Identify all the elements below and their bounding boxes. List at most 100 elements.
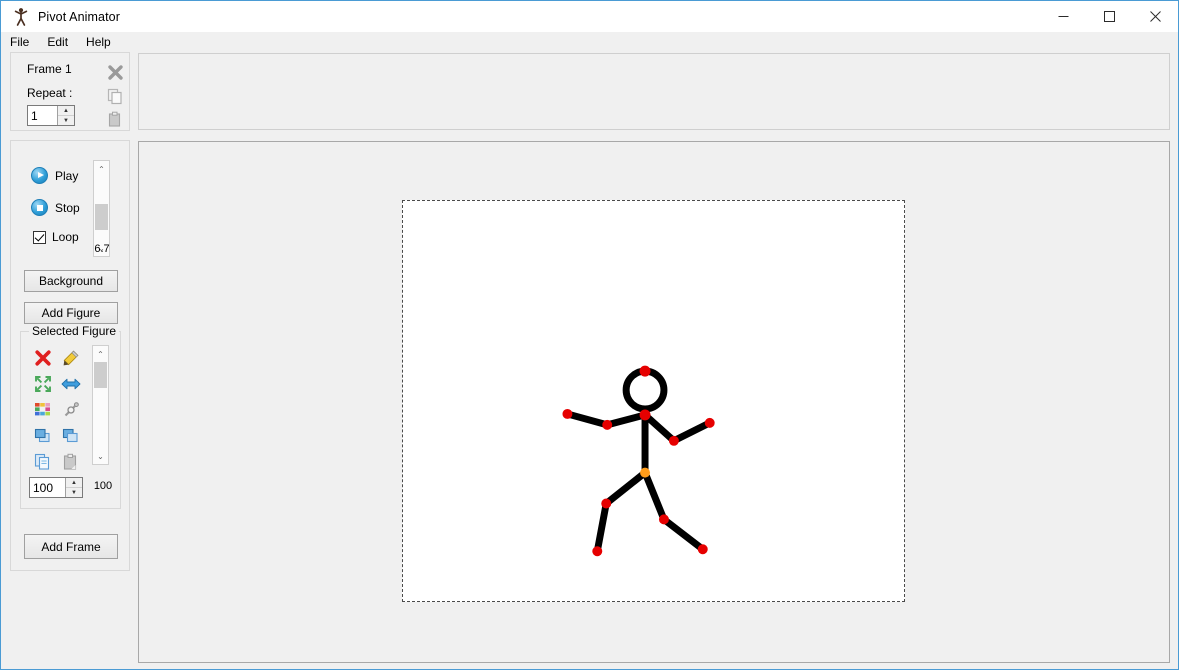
loop-label: Loop bbox=[52, 230, 79, 244]
pivot-animator-window: Pivot Animator File Edit Help Frame 1 Re… bbox=[0, 0, 1179, 670]
title-bar: Pivot Animator bbox=[1, 1, 1178, 32]
stick-figure[interactable] bbox=[403, 201, 904, 601]
stop-circle-icon bbox=[31, 199, 48, 216]
scale-spin-arrows[interactable]: ▲ ▼ bbox=[65, 478, 82, 497]
send-backward-icon bbox=[62, 428, 78, 443]
resize-figure-button[interactable] bbox=[29, 371, 57, 397]
speed-scroll-thumb[interactable] bbox=[95, 204, 108, 230]
edit-figure-icon bbox=[63, 350, 79, 366]
bring-forward-button[interactable] bbox=[29, 423, 57, 449]
menu-file[interactable]: File bbox=[10, 34, 38, 50]
menu-bar: File Edit Help bbox=[1, 32, 1178, 52]
colour-figure-button[interactable] bbox=[29, 397, 57, 423]
joint-tool-icon bbox=[64, 402, 79, 417]
figure-segment-right-thigh[interactable] bbox=[641, 469, 668, 523]
figure-segment-right-upper-arm[interactable] bbox=[641, 411, 678, 445]
send-backward-button[interactable] bbox=[57, 423, 85, 449]
minimize-button[interactable] bbox=[1040, 1, 1086, 32]
joint-tool-button[interactable] bbox=[57, 397, 85, 423]
figure-joint-hip-root-joint[interactable] bbox=[640, 467, 651, 478]
stop-button[interactable]: Stop bbox=[31, 199, 80, 216]
copy-frame-button[interactable] bbox=[104, 86, 126, 106]
delete-frame-button[interactable] bbox=[104, 62, 126, 82]
red-x-icon bbox=[107, 64, 123, 80]
speed-value: 6.7 bbox=[94, 243, 110, 255]
stop-label: Stop bbox=[55, 200, 80, 215]
figure-joint-right-knee[interactable] bbox=[658, 514, 669, 525]
figure-scale-input[interactable] bbox=[30, 478, 65, 497]
maximize-button[interactable] bbox=[1086, 1, 1132, 32]
figure-scale-scrollbar[interactable]: ⌃ ⌄ bbox=[92, 345, 109, 465]
figure-scale-spinner[interactable]: ▲ ▼ bbox=[29, 477, 83, 498]
scale-scroll-thumb[interactable] bbox=[94, 362, 107, 388]
speed-scroll-up-icon[interactable]: ⌃ bbox=[94, 161, 109, 177]
figure-segment-left-forearm[interactable] bbox=[563, 410, 611, 429]
figure-segment-right-shin[interactable] bbox=[660, 515, 707, 553]
repeat-input[interactable] bbox=[28, 106, 57, 125]
copy-figure-icon bbox=[34, 453, 50, 470]
loop-check-icon[interactable] bbox=[33, 230, 46, 244]
colour-figure-icon bbox=[35, 403, 50, 416]
repeat-spinner[interactable]: ▲ ▼ bbox=[27, 105, 75, 126]
controls-panel: Play Stop Loop ⌃ ⌄ 6.7 Background Add Fi… bbox=[10, 140, 130, 571]
scale-spin-down-icon[interactable]: ▼ bbox=[66, 488, 82, 497]
scale-spin-up-icon[interactable]: ▲ bbox=[66, 478, 82, 488]
figure-segment-left-shin[interactable] bbox=[593, 500, 610, 555]
loop-checkbox[interactable]: Loop bbox=[33, 230, 79, 244]
figure-joint-left-elbow[interactable] bbox=[602, 419, 613, 430]
speed-scroll-track[interactable] bbox=[94, 177, 109, 240]
play-circle-icon bbox=[31, 167, 48, 184]
figure-head[interactable] bbox=[622, 367, 668, 413]
figure-tool-grid bbox=[29, 345, 85, 475]
paste-frame-button[interactable] bbox=[104, 109, 126, 129]
copy-figure-button[interactable] bbox=[29, 449, 57, 475]
figure-joint-left-hand[interactable] bbox=[562, 408, 573, 419]
flip-figure-icon bbox=[61, 378, 81, 390]
figure-joint-right-hand[interactable] bbox=[704, 417, 715, 428]
repeat-spin-arrows[interactable]: ▲ ▼ bbox=[57, 106, 74, 125]
figure-joint-left-foot[interactable] bbox=[592, 546, 603, 557]
figure-segment-right-forearm[interactable] bbox=[670, 419, 714, 445]
selected-figure-label: Selected Figure bbox=[29, 324, 120, 338]
frame-title: Frame 1 bbox=[27, 62, 72, 76]
selected-figure-group: Selected Figure ⌃ ⌄ 100 ▲ ▼ 100 bbox=[20, 324, 121, 509]
figure-segment-left-thigh[interactable] bbox=[602, 469, 649, 507]
edit-figure-button[interactable] bbox=[57, 345, 85, 371]
frames-timeline[interactable] bbox=[138, 53, 1170, 130]
figure-scale-readout: 100 bbox=[93, 480, 113, 492]
stick-figure-icon bbox=[10, 6, 32, 28]
flip-figure-button[interactable] bbox=[57, 371, 85, 397]
paste-figure-button[interactable] bbox=[57, 449, 85, 475]
figure-segment-left-upper-arm[interactable] bbox=[603, 411, 649, 429]
paste-figure-icon bbox=[63, 453, 77, 470]
figure-joint-neck-joint[interactable] bbox=[639, 409, 651, 421]
scale-scroll-up-icon[interactable]: ⌃ bbox=[93, 346, 108, 362]
delete-figure-icon bbox=[35, 350, 51, 366]
background-button[interactable]: Background bbox=[24, 270, 118, 292]
repeat-spin-up-icon[interactable]: ▲ bbox=[58, 106, 74, 116]
repeat-spin-down-icon[interactable]: ▼ bbox=[58, 116, 74, 125]
stage-area[interactable] bbox=[138, 141, 1170, 663]
window-controls bbox=[1040, 1, 1178, 32]
figure-joint-left-knee[interactable] bbox=[601, 498, 612, 509]
resize-figure-icon bbox=[35, 376, 51, 392]
bring-forward-icon bbox=[34, 428, 50, 443]
animation-canvas[interactable] bbox=[402, 200, 905, 602]
frame-panel: Frame 1 Repeat : ▲ ▼ bbox=[10, 52, 130, 131]
figure-joint-right-foot[interactable] bbox=[697, 544, 708, 555]
add-frame-button[interactable]: Add Frame bbox=[24, 534, 118, 559]
figure-joint-right-elbow[interactable] bbox=[668, 435, 679, 446]
repeat-label: Repeat : bbox=[27, 86, 73, 100]
play-label: Play bbox=[55, 168, 79, 183]
delete-figure-button[interactable] bbox=[29, 345, 57, 371]
scale-scroll-track[interactable] bbox=[93, 362, 108, 448]
play-button[interactable]: Play bbox=[31, 167, 78, 184]
close-button[interactable] bbox=[1132, 1, 1178, 32]
copy-frame-icon bbox=[107, 88, 122, 104]
paste-frame-icon bbox=[108, 111, 120, 127]
scale-scroll-down-icon[interactable]: ⌄ bbox=[93, 448, 108, 464]
menu-edit[interactable]: Edit bbox=[47, 34, 77, 50]
menu-help[interactable]: Help bbox=[86, 34, 120, 50]
add-figure-button[interactable]: Add Figure bbox=[24, 302, 118, 324]
figure-joint-head-top-joint[interactable] bbox=[639, 365, 651, 377]
